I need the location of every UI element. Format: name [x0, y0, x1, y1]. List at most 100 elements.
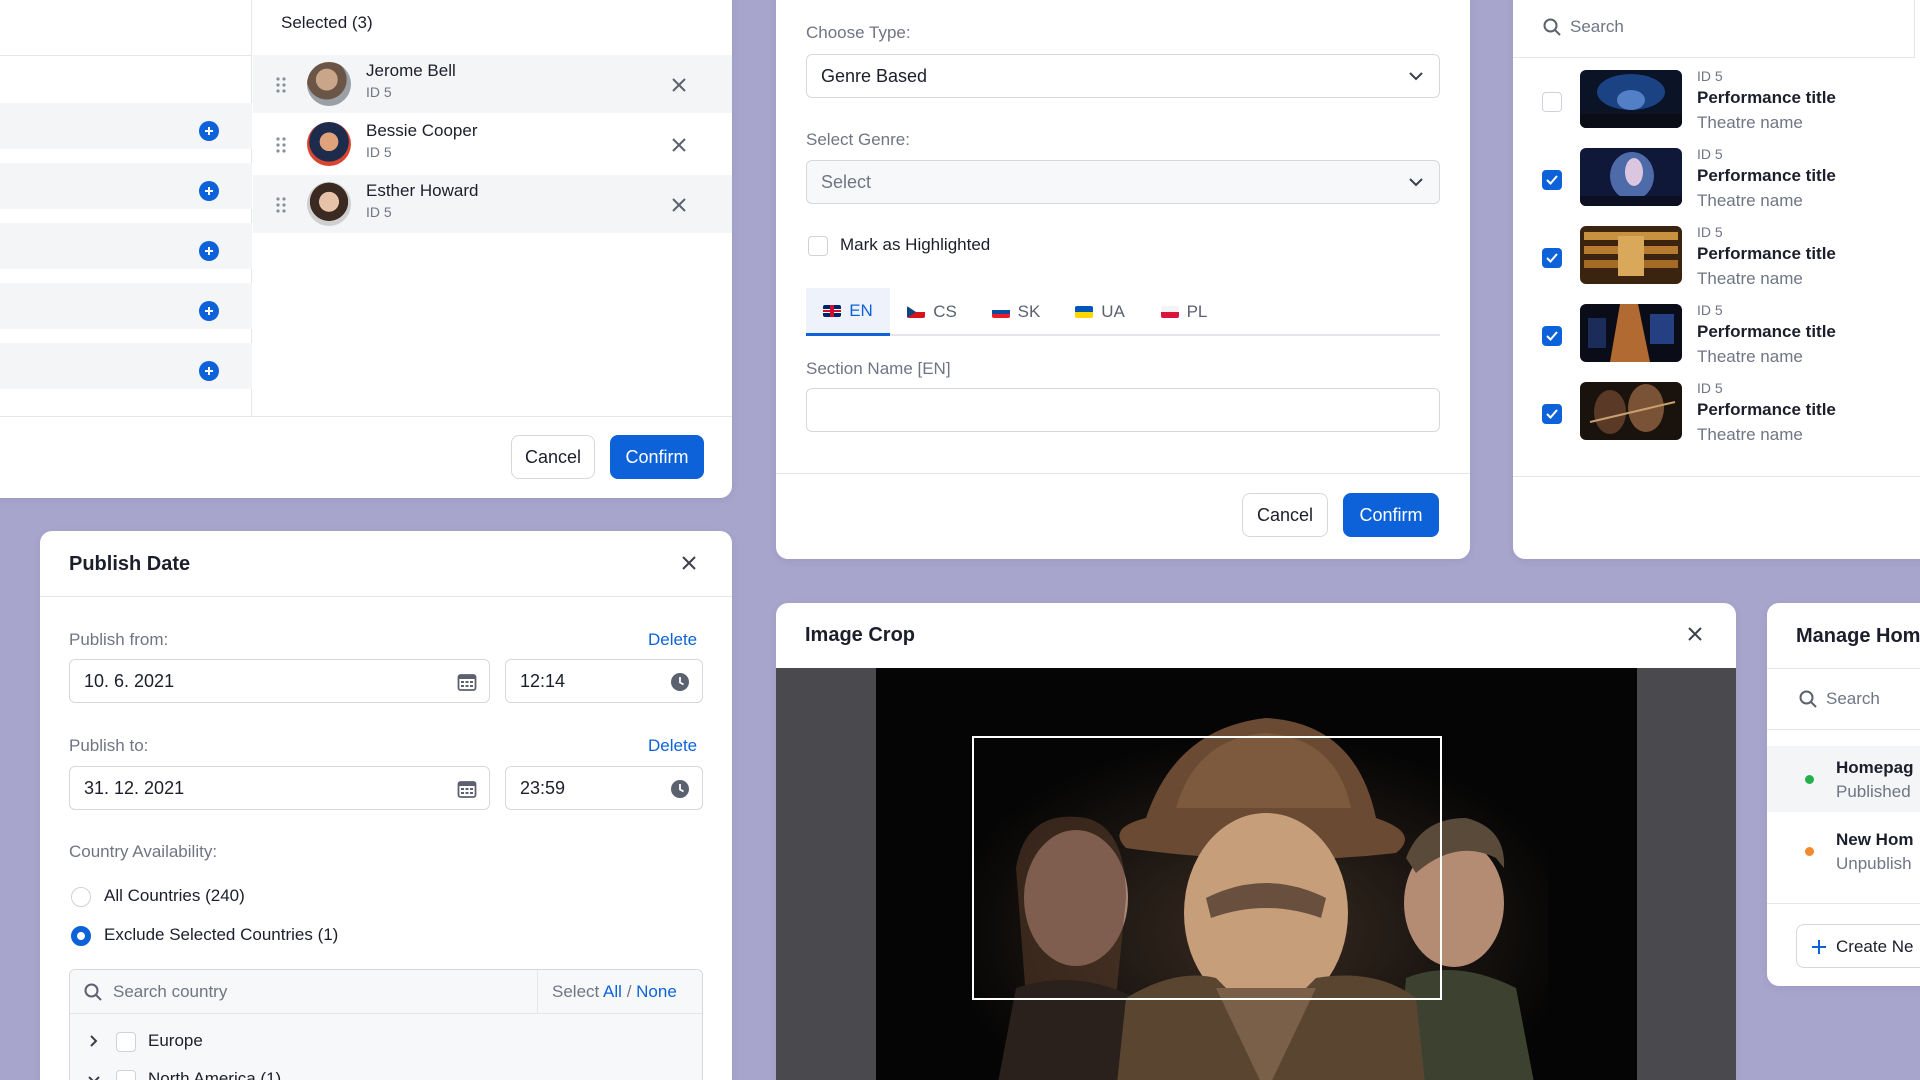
selected-count-header: Selected (3) — [281, 13, 373, 32]
region-checkbox[interactable] — [116, 1032, 136, 1052]
homepage-status: Unpublish — [1836, 854, 1912, 873]
remove-icon[interactable] — [671, 137, 687, 153]
add-icon[interactable] — [199, 181, 219, 201]
country-search-input[interactable]: Search country — [113, 982, 227, 1002]
homepage-item[interactable]: Homepag Published — [1767, 746, 1920, 812]
homepage-item[interactable]: New Hom Unpublish — [1767, 818, 1920, 884]
chevron-down-icon[interactable] — [88, 1076, 100, 1080]
remove-icon[interactable] — [671, 77, 687, 93]
search-placeholder: Search — [1570, 17, 1624, 36]
country-tree: Europe North America (1) — [70, 1014, 702, 1080]
clock-icon[interactable] — [670, 672, 690, 692]
drag-handle-icon[interactable] — [275, 136, 287, 154]
tab-ua-label: UA — [1101, 302, 1125, 321]
performance-thumbnail — [1580, 382, 1682, 440]
publish-from-delete-link[interactable]: Delete — [648, 630, 697, 650]
crop-selection-box[interactable] — [972, 736, 1442, 1000]
highlight-checkbox[interactable] — [808, 236, 828, 256]
cancel-button[interactable]: Cancel — [511, 435, 595, 479]
performance-row[interactable]: ID 5 Performance title Theatre name — [1513, 224, 1920, 304]
performance-checkbox[interactable] — [1542, 92, 1562, 112]
clock-icon[interactable] — [670, 779, 690, 799]
performance-checkbox[interactable] — [1542, 404, 1562, 424]
create-new-button[interactable]: Create Ne — [1796, 924, 1920, 968]
chevron-right-icon[interactable] — [90, 1035, 98, 1047]
confirm-button[interactable]: Confirm — [610, 435, 704, 479]
region-checkbox[interactable] — [116, 1070, 136, 1080]
theatre-name: Theatre name — [1697, 425, 1803, 444]
country-availability-label: Country Availability: — [69, 842, 218, 861]
homepage-search[interactable]: Search — [1767, 669, 1920, 729]
remove-icon[interactable] — [671, 197, 687, 213]
person-id: ID 5 — [366, 84, 392, 100]
manage-homepage-panel: Manage Hom Search Homepag Published New … — [1767, 603, 1920, 986]
dialog-title: Image Crop — [805, 624, 916, 646]
theatre-name: Theatre name — [1697, 191, 1803, 210]
performance-id: ID 5 — [1697, 224, 1723, 240]
selected-person-row[interactable]: Jerome Bell ID 5 — [253, 55, 732, 113]
performance-thumbnail — [1580, 148, 1682, 206]
close-icon[interactable] — [1687, 626, 1703, 642]
region-label: North America (1) — [148, 1069, 282, 1080]
close-icon[interactable] — [681, 555, 697, 571]
performance-row[interactable]: ID 5 Performance title Theatre name — [1513, 68, 1920, 148]
add-icon[interactable] — [199, 241, 219, 261]
publish-from-date-input[interactable]: 10. 6. 2021 — [69, 659, 490, 703]
performance-checkbox[interactable] — [1542, 248, 1562, 268]
chevron-down-icon — [1409, 72, 1423, 81]
all-countries-radio[interactable] — [71, 887, 91, 907]
section-name-input[interactable] — [806, 388, 1440, 432]
publish-to-delete-link[interactable]: Delete — [648, 736, 697, 756]
cancel-button[interactable]: Cancel — [1242, 493, 1328, 537]
calendar-icon[interactable] — [457, 672, 477, 692]
add-icon[interactable] — [199, 121, 219, 141]
select-none-link[interactable]: None — [636, 982, 677, 1001]
flag-uk-icon — [823, 304, 842, 317]
drag-handle-icon[interactable] — [275, 76, 287, 94]
choose-type-select[interactable]: Genre Based — [806, 54, 1440, 98]
status-dot — [1805, 847, 1814, 856]
select-genre-select[interactable]: Select — [806, 160, 1440, 204]
flag-ua-icon — [1075, 306, 1094, 318]
performance-id: ID 5 — [1697, 302, 1723, 318]
flag-pl-icon — [1160, 306, 1179, 318]
publish-from-time-input[interactable]: 12:14 — [505, 659, 703, 703]
performance-picker-panel: Search ID 5 Performance title Theatre na… — [1513, 0, 1920, 559]
avatar — [307, 182, 351, 226]
publish-to-time-value: 23:59 — [520, 777, 566, 798]
select-genre-value: Select — [821, 171, 872, 192]
confirm-button[interactable]: Confirm — [1343, 493, 1439, 537]
selected-person-row[interactable]: Bessie Cooper ID 5 — [253, 115, 732, 173]
select-all-link[interactable]: All — [603, 982, 622, 1001]
performance-row[interactable]: ID 5 Performance title Theatre name — [1513, 302, 1920, 382]
tab-sk[interactable]: SK — [974, 288, 1058, 336]
add-icon[interactable] — [199, 301, 219, 321]
image-crop-dialog: Image Crop — [776, 603, 1736, 1080]
add-icon[interactable] — [199, 361, 219, 381]
performance-checkbox[interactable] — [1542, 326, 1562, 346]
tab-cs[interactable]: CS — [890, 288, 974, 336]
status-dot — [1805, 775, 1814, 784]
homepage-name: New Hom — [1836, 830, 1914, 849]
search-icon — [1799, 690, 1817, 708]
publish-to-time-input[interactable]: 23:59 — [505, 766, 703, 810]
performance-title: Performance title — [1697, 88, 1836, 107]
selected-person-row[interactable]: Esther Howard ID 5 — [253, 175, 732, 233]
performance-row[interactable]: ID 5 Performance title Theatre name — [1513, 380, 1920, 460]
performance-row[interactable]: ID 5 Performance title Theatre name — [1513, 146, 1920, 226]
drag-handle-icon[interactable] — [275, 196, 287, 214]
performance-search[interactable]: Search — [1513, 0, 1915, 58]
calendar-icon[interactable] — [457, 779, 477, 799]
panel-title: Manage Hom — [1796, 625, 1920, 647]
selected-people-panel: Selected (3) Jerome Bell ID 5 Bessie Coo… — [0, 0, 732, 498]
search-icon — [84, 983, 102, 1001]
tab-ua[interactable]: UA — [1058, 288, 1142, 336]
tab-pl[interactable]: PL — [1142, 288, 1226, 336]
performance-checkbox[interactable] — [1542, 170, 1562, 190]
crop-workspace — [776, 668, 1736, 1080]
tab-en[interactable]: EN — [806, 288, 890, 336]
homepage-status: Published — [1836, 782, 1911, 801]
publish-to-date-input[interactable]: 31. 12. 2021 — [69, 766, 490, 810]
tab-sk-label: SK — [1017, 302, 1041, 321]
exclude-countries-radio[interactable] — [71, 926, 91, 946]
